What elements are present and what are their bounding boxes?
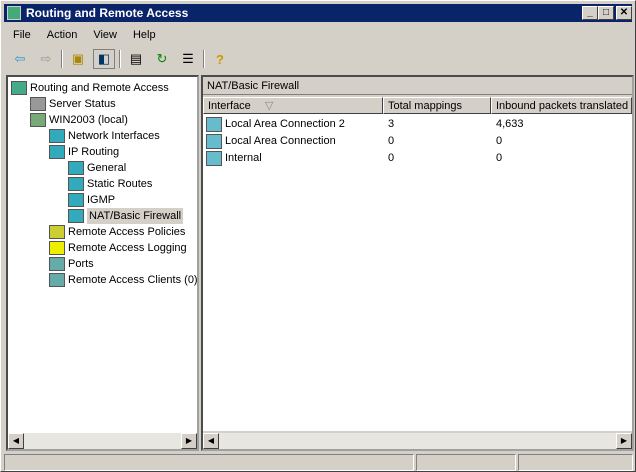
cell-total-mappings: 0 [388,135,395,147]
scroll-right-icon[interactable]: ▶ [181,433,197,449]
help-icon[interactable]: ? [209,49,231,69]
network-interface-icon [206,151,222,166]
app-icon [7,6,21,20]
back-arrow-icon[interactable]: ⇦ [9,49,31,69]
policies-icon [49,225,65,239]
tree-item[interactable]: IP Routing [49,144,119,160]
tree-item[interactable]: Remote Access Clients (0) [49,272,198,288]
tree-item-label: Routing and Remote Access [30,82,169,94]
toolbar: ⇦ ⇨ ▣ ◧ ▤ ↻ ☰ ? [5,47,231,71]
tree-item-label: Remote Access Logging [68,242,187,254]
tree-horizontal-scrollbar[interactable]: ◀ ▶ [8,433,197,449]
ports-icon [49,257,65,271]
list-horizontal-scrollbar[interactable]: ◀ ▶ [203,433,632,449]
menu-bar: File Action View Help [5,25,164,45]
routing-icon [68,193,84,207]
network-interface-icon [206,117,222,132]
status-bar-main [4,454,414,471]
scroll-right-icon[interactable]: ▶ [616,433,632,449]
tree-item-label: General [87,162,127,174]
network-interfaces-icon [49,129,65,143]
minimize-button[interactable]: _ [582,6,598,20]
scroll-left-icon[interactable]: ◀ [8,433,24,449]
cell-interface: Local Area Connection 2 [225,118,345,130]
menu-file[interactable]: File [5,25,39,45]
routing-icon [68,177,84,191]
tree-item[interactable]: WIN2003 (local) [30,112,128,128]
cell-interface: Local Area Connection [225,135,336,147]
server-icon [30,113,46,127]
clients-icon [49,273,65,287]
tree-item-label: Remote Access Clients (0) [68,274,198,286]
tree-item-label: Static Routes [87,178,153,190]
tree-item[interactable]: Remote Access Logging [49,240,187,256]
tree-item-label: Ports [68,258,94,270]
toolbar-separator [119,50,121,68]
pane-header: NAT/Basic Firewall [203,77,632,95]
console-tree: Routing and Remote Access Server Status WI… [6,75,199,451]
tree-item[interactable]: Static Routes [68,176,152,192]
main-window: Routing and Remote Access _ □ ✕ File Act… [0,0,636,472]
status-bar-section [518,454,633,471]
menu-help[interactable]: Help [125,25,164,45]
table-row[interactable]: Internal 0 0 [203,150,632,167]
close-button[interactable]: ✕ [616,6,632,20]
tree-item-label: Remote Access Policies [68,226,186,238]
routing-icon [68,161,84,175]
cell-inbound-packets: 0 [496,135,503,147]
computer-icon [11,81,27,95]
tree-item[interactable]: NAT/Basic Firewall [68,208,184,224]
tree-item-label: NAT/Basic Firewall [87,208,184,224]
ip-routing-icon [49,145,65,159]
export-list-icon[interactable]: ☰ [177,49,199,69]
cell-total-mappings: 3 [388,118,395,130]
server-status-icon [30,97,46,111]
refresh-icon[interactable]: ↻ [151,49,173,69]
tree-item-label: IGMP [87,194,116,206]
tree-item[interactable]: Remote Access Policies [49,224,185,240]
column-inbound-packets[interactable]: Inbound packets translated [491,97,632,114]
tree-item[interactable]: General [68,160,126,176]
cell-total-mappings: 0 [388,152,395,164]
network-interface-icon [206,134,222,149]
tree-item[interactable]: Ports [49,256,94,272]
maximize-button[interactable]: □ [598,6,614,20]
details-pane: NAT/Basic Firewall Interface ▽ Total mapp… [201,75,634,451]
column-label: Interface [208,100,251,112]
menu-view[interactable]: View [85,25,125,45]
cell-interface: Internal [225,152,262,164]
interface-list: Interface ▽ Total mappings Inbound packet… [203,97,632,431]
scroll-left-icon[interactable]: ◀ [203,433,219,449]
tree-item[interactable]: IGMP [68,192,115,208]
menu-action[interactable]: Action [39,25,86,45]
toolbar-separator [61,50,63,68]
tree-item-label: IP Routing [68,146,120,158]
table-row[interactable]: Local Area Connection 2 3 4,633 [203,116,632,133]
properties-icon[interactable]: ▤ [125,49,147,69]
forward-arrow-icon[interactable]: ⇨ [35,49,57,69]
table-row[interactable]: Local Area Connection 0 0 [203,133,632,150]
title-bar: Routing and Remote Access _ □ ✕ [4,4,632,22]
tree-item-label: Server Status [49,98,116,110]
tree-item-label: Network Interfaces [68,130,160,142]
sort-icon: ▽ [264,100,274,112]
tree-item[interactable]: Network Interfaces [49,128,160,144]
routing-icon [68,209,84,223]
folder-icon [49,241,65,255]
tree-item-label: WIN2003 (local) [49,114,128,126]
status-bar-section [416,454,516,471]
toolbar-separator [203,50,205,68]
cell-inbound-packets: 0 [496,152,503,164]
up-folder-icon[interactable]: ▣ [67,49,89,69]
tree-item[interactable]: Server Status [30,96,116,112]
show-hide-tree-icon[interactable]: ◧ [93,49,115,69]
window-title: Routing and Remote Access [26,6,189,20]
tree-item[interactable]: Routing and Remote Access [11,80,169,96]
column-interface[interactable]: Interface ▽ [203,97,383,114]
cell-inbound-packets: 4,633 [496,118,524,130]
column-total-mappings[interactable]: Total mappings [383,97,491,114]
